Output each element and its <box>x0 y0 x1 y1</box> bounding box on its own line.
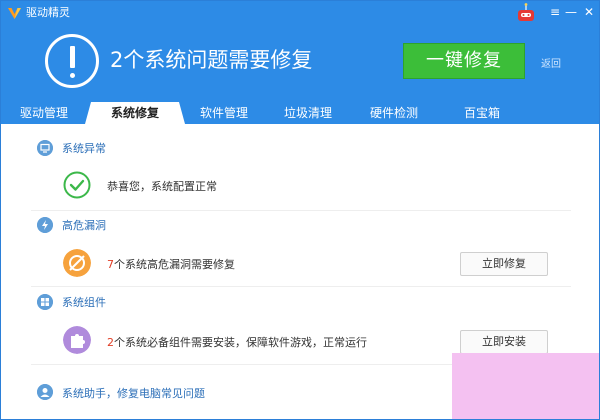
high-risk-text: 7个系统高危漏洞需要修复 <box>107 258 235 272</box>
system-status-text: 恭喜您，系统配置正常 <box>107 180 217 193</box>
high-risk-count: 7 <box>107 258 114 271</box>
section-title-high-risk: 高危漏洞 <box>62 219 106 232</box>
divider <box>31 286 571 287</box>
menu-icon[interactable]: ≡ <box>547 4 563 20</box>
tab-treasure-box[interactable]: 百宝箱 <box>441 102 523 124</box>
tab-driver-management[interactable]: 驱动管理 <box>3 102 85 124</box>
components-text: 2个系统必备组件需要安装，保障软件游戏，正常运行 <box>107 336 367 350</box>
alert-dot <box>70 73 75 78</box>
app-title: 驱动精灵 <box>26 6 70 19</box>
overlay-block <box>452 353 599 419</box>
puzzle-icon <box>63 326 91 354</box>
divider <box>31 210 571 211</box>
high-risk-description: 个系统高危漏洞需要修复 <box>114 258 235 271</box>
section-title-components: 系统组件 <box>62 296 106 309</box>
page-headline: 2个系统问题需要修复 <box>110 48 313 72</box>
install-now-button[interactable]: 立即安装 <box>460 330 548 354</box>
tab-bar: 驱动管理 系统修复 软件管理 垃圾清理 硬件检测 百宝箱 <box>1 102 599 124</box>
close-icon[interactable]: ✕ <box>581 4 597 20</box>
alert-bar <box>70 46 75 68</box>
tab-hardware-detection[interactable]: 硬件检测 <box>353 102 435 124</box>
tab-software-management[interactable]: 软件管理 <box>183 102 265 124</box>
app-window: 驱动精灵 ≡ — ✕ 2个系统问题需要修复 一键修复 返回 驱动管理 系统修复 … <box>0 0 600 420</box>
header: 驱动精灵 ≡ — ✕ 2个系统问题需要修复 一键修复 返回 驱动管理 系统修复 … <box>1 1 599 124</box>
lightning-icon <box>37 217 53 233</box>
minimize-icon[interactable]: — <box>563 4 579 20</box>
section-title-assistant[interactable]: 系统助手，修复电脑常见问题 <box>62 387 205 401</box>
windows-icon <box>37 294 53 310</box>
tab-junk-cleanup[interactable]: 垃圾清理 <box>267 102 349 124</box>
components-description: 个系统必备组件需要安装，保障软件游戏，正常运行 <box>114 336 367 349</box>
app-logo-icon <box>8 8 21 19</box>
back-link[interactable]: 返回 <box>541 55 561 70</box>
assistant-icon <box>37 384 53 400</box>
tab-system-repair[interactable]: 系统修复 <box>93 102 177 124</box>
repair-now-button[interactable]: 立即修复 <box>460 252 548 276</box>
one-click-fix-button[interactable]: 一键修复 <box>403 43 525 79</box>
vulnerability-icon <box>63 249 91 277</box>
monitor-icon <box>37 140 53 156</box>
components-count: 2 <box>107 336 114 349</box>
check-icon <box>63 171 91 199</box>
titlebar: 驱动精灵 ≡ — ✕ <box>1 1 599 25</box>
section-title-system-abnormal: 系统异常 <box>62 142 106 155</box>
robot-assistant-icon[interactable] <box>514 2 538 24</box>
alert-icon <box>45 34 99 88</box>
